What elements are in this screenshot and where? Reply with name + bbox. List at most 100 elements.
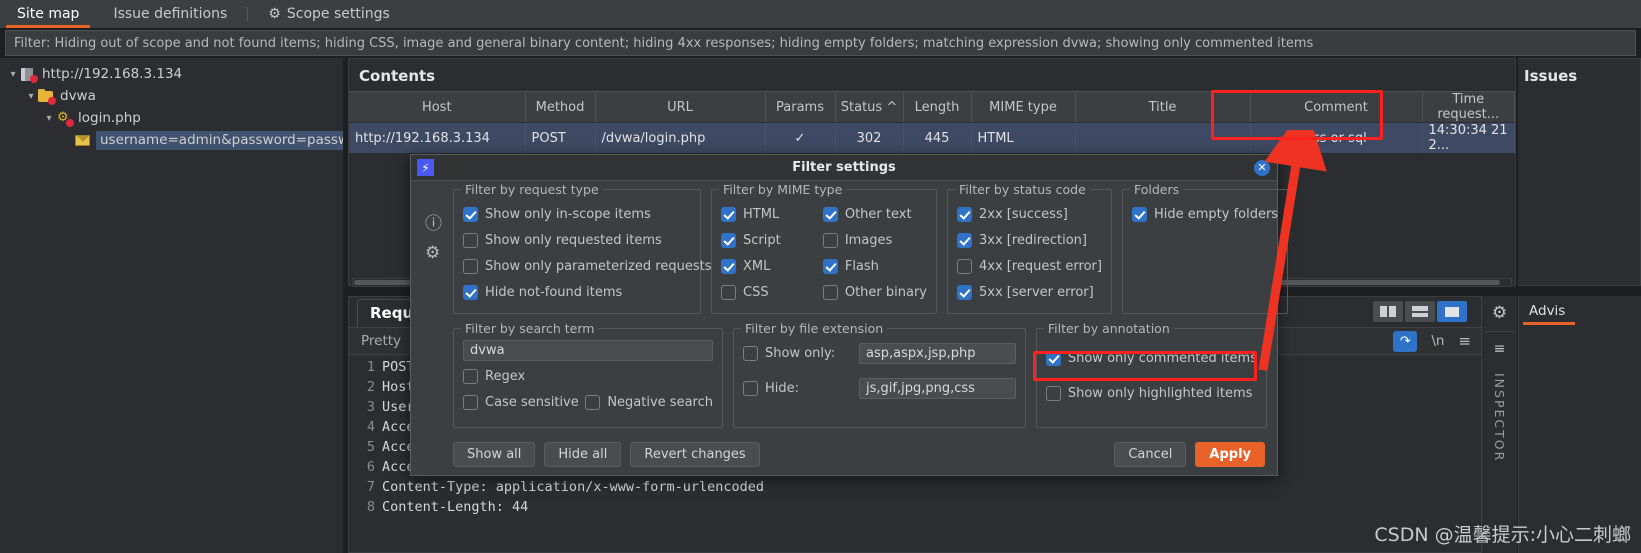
checkbox-icon[interactable] bbox=[463, 258, 478, 274]
pretty-button[interactable]: Pretty bbox=[349, 333, 413, 349]
checkbox-show-only-highlighted-items[interactable]: Show only highlighted items bbox=[1045, 380, 1257, 406]
column-header-comment[interactable]: Comment bbox=[1250, 91, 1423, 123]
checkbox-regex[interactable]: Regex bbox=[463, 363, 713, 389]
tree-item-login-php[interactable]: ▾ ⚙ login.php bbox=[0, 107, 343, 129]
checkbox-icon[interactable] bbox=[463, 368, 478, 384]
column-header-length[interactable]: Length bbox=[903, 91, 972, 123]
tree-item-request[interactable]: username=admin&password=passwo bbox=[0, 129, 343, 151]
checkbox-5xx[interactable]: 5xx [server error] bbox=[957, 279, 1102, 305]
checkbox-icon[interactable] bbox=[743, 380, 758, 396]
line-text: Content-Type: application/x-www-form-url… bbox=[382, 479, 765, 495]
checkbox-icon[interactable] bbox=[721, 206, 736, 222]
checkbox-icon[interactable] bbox=[463, 232, 478, 248]
advisory-panel: Advis bbox=[1518, 296, 1641, 553]
checkbox-icon[interactable] bbox=[1045, 350, 1061, 366]
checkbox-show-only-in-scope-items[interactable]: Show only in-scope items bbox=[463, 201, 691, 227]
tab-advisory[interactable]: Advis bbox=[1519, 296, 1576, 325]
checkbox-icon[interactable] bbox=[822, 258, 838, 274]
checkbox-other-binary[interactable]: Other binary bbox=[822, 279, 927, 305]
column-header-status[interactable]: Status ^ bbox=[835, 91, 904, 123]
filter-bar[interactable]: Filter: Hiding out of scope and not foun… bbox=[5, 30, 1636, 56]
chevron-down-icon[interactable]: ▾ bbox=[24, 91, 38, 102]
stacked-view-button[interactable] bbox=[1405, 301, 1435, 322]
cancel-button[interactable]: Cancel bbox=[1114, 442, 1187, 467]
checkbox-2xx[interactable]: 2xx [success] bbox=[957, 201, 1102, 227]
checkbox-icon[interactable] bbox=[463, 206, 478, 222]
checkbox-icon[interactable] bbox=[1045, 385, 1061, 401]
site-map-tree[interactable]: ▾ http://192.168.3.134 ▾ dvwa ▾ ⚙ login.… bbox=[0, 58, 344, 553]
chevron-down-icon[interactable]: ▾ bbox=[42, 113, 56, 124]
checkbox-css[interactable]: CSS bbox=[721, 279, 823, 305]
checkbox-icon[interactable] bbox=[822, 206, 838, 222]
apply-button[interactable]: Apply bbox=[1195, 442, 1265, 467]
checkbox-label: Show only commented items bbox=[1067, 350, 1257, 366]
checkbox-icon[interactable] bbox=[957, 232, 972, 248]
newline-button[interactable]: \n bbox=[1431, 333, 1444, 349]
checkbox-case-sensitive[interactable]: Case sensitive bbox=[463, 389, 585, 415]
checkbox-icon[interactable] bbox=[743, 345, 758, 361]
host-icon bbox=[20, 67, 38, 83]
checkbox-show-only-parameterized-requests[interactable]: Show only parameterized requests bbox=[463, 253, 711, 279]
checkbox-icon[interactable] bbox=[1131, 206, 1147, 222]
checkbox-4xx[interactable]: 4xx [request error] bbox=[957, 253, 1102, 279]
column-header-params[interactable]: Params bbox=[765, 91, 836, 123]
checkbox-icon[interactable] bbox=[822, 232, 838, 248]
single-view-button[interactable] bbox=[1437, 301, 1467, 322]
checkbox-script[interactable]: Script bbox=[721, 227, 823, 253]
line-text: Content-Length: 44 bbox=[382, 499, 529, 515]
hide-extensions-input[interactable]: js,gif,jpg,png,css bbox=[859, 377, 1016, 399]
tab-scope-settings[interactable]: ⚙ Scope settings bbox=[251, 0, 407, 28]
column-header-url[interactable]: URL bbox=[595, 91, 766, 123]
word-wrap-button[interactable]: ↷ bbox=[1393, 330, 1418, 352]
checkbox-flash[interactable]: Flash bbox=[822, 253, 927, 279]
show-only-extensions-input[interactable]: asp,aspx,jsp,php bbox=[859, 342, 1016, 364]
tab-issue-definitions[interactable]: Issue definitions bbox=[96, 0, 244, 28]
checkbox-negative-search[interactable]: Negative search bbox=[585, 389, 713, 415]
column-header-host[interactable]: Host bbox=[349, 91, 526, 123]
align-icon[interactable]: ≡ bbox=[1494, 341, 1506, 357]
checkbox-icon[interactable] bbox=[721, 232, 736, 248]
checkbox-html[interactable]: HTML bbox=[721, 201, 823, 227]
settings-gear-icon[interactable]: ⚙ bbox=[425, 243, 442, 263]
revert-changes-button[interactable]: Revert changes bbox=[630, 442, 760, 467]
tree-item-host[interactable]: ▾ http://192.168.3.134 bbox=[0, 63, 343, 85]
checkbox-hide-not-found-items[interactable]: Hide not-found items bbox=[463, 279, 691, 305]
split-view-button[interactable] bbox=[1373, 301, 1403, 322]
checkbox-icon[interactable] bbox=[721, 284, 736, 300]
gear-icon: ⚙ bbox=[268, 6, 281, 22]
checkbox-icon[interactable] bbox=[721, 258, 736, 274]
checkbox-show-only-commented-items[interactable]: Show only commented items bbox=[1045, 345, 1257, 371]
checkbox-other-text[interactable]: Other text bbox=[822, 201, 927, 227]
checkbox-label: Images bbox=[844, 232, 893, 248]
checkbox-xml[interactable]: XML bbox=[721, 253, 823, 279]
checkbox-icon[interactable] bbox=[822, 284, 838, 300]
column-header-method[interactable]: Method bbox=[525, 91, 596, 123]
checkbox-icon[interactable] bbox=[463, 284, 478, 300]
show-all-button[interactable]: Show all bbox=[453, 442, 536, 467]
help-icon[interactable]: ⓘ bbox=[425, 209, 442, 234]
column-header-time-requested[interactable]: Time request... bbox=[1422, 91, 1515, 123]
checkbox-show-only-requested-items[interactable]: Show only requested items bbox=[463, 227, 691, 253]
group-filter-by-search-term: Filter by search term dvwa Regex Case se… bbox=[453, 321, 723, 428]
tree-item-dvwa[interactable]: ▾ dvwa bbox=[0, 85, 343, 107]
checkbox-icon[interactable] bbox=[957, 284, 972, 300]
checkbox-icon[interactable] bbox=[585, 394, 601, 410]
contents-title: Contents bbox=[359, 67, 436, 85]
rail-divider bbox=[1484, 331, 1515, 332]
column-header-title[interactable]: Title bbox=[1075, 91, 1251, 123]
checkbox-icon[interactable] bbox=[957, 258, 972, 274]
gear-icon[interactable]: ⚙ bbox=[1492, 303, 1507, 323]
checkbox-icon[interactable] bbox=[957, 206, 972, 222]
column-header-mime-type[interactable]: MIME type bbox=[971, 91, 1076, 123]
hide-all-button[interactable]: Hide all bbox=[544, 442, 622, 467]
checkbox-icon[interactable] bbox=[463, 394, 478, 410]
search-term-input[interactable]: dvwa bbox=[463, 340, 713, 361]
checkbox-images[interactable]: Images bbox=[822, 227, 927, 253]
group-caption: Filter by file extension bbox=[741, 321, 888, 336]
checkbox-label: Show only parameterized requests bbox=[485, 258, 712, 274]
menu-button[interactable]: ≡ bbox=[1458, 332, 1471, 350]
cell-method: POST bbox=[525, 122, 596, 153]
chevron-down-icon[interactable]: ▾ bbox=[6, 69, 20, 80]
tab-site-map[interactable]: Site map bbox=[0, 0, 96, 28]
checkbox-3xx[interactable]: 3xx [redirection] bbox=[957, 227, 1102, 253]
